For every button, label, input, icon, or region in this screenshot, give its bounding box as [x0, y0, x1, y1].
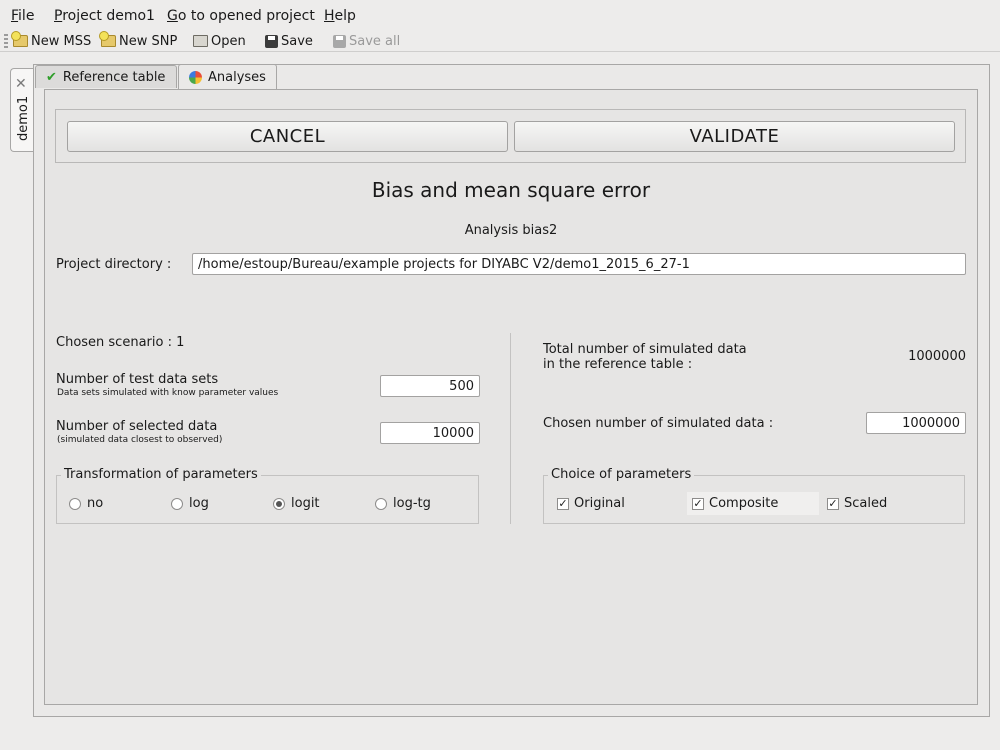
checkbox-composite[interactable]: ✓ Composite: [692, 496, 778, 511]
total-simulated-label-line2: in the reference table :: [543, 357, 693, 372]
cancel-button[interactable]: CANCEL: [67, 121, 508, 152]
validate-button[interactable]: VALIDATE: [514, 121, 955, 152]
radio-indicator: [375, 497, 387, 510]
tab-analyses[interactable]: Analyses: [178, 64, 277, 89]
save-all-button[interactable]: Save all: [333, 32, 400, 50]
menu-go-to-project[interactable]: Go to opened project: [167, 8, 315, 24]
checkmark-icon: ✓: [557, 496, 569, 510]
radio-no[interactable]: no: [69, 496, 103, 511]
parameter-choice-title: Choice of parameters: [548, 467, 695, 482]
page-title: Bias and mean square error: [371, 178, 651, 202]
chosen-scenario: Chosen scenario : 1: [56, 335, 185, 350]
radio-log-tg-label: log-tg: [393, 496, 431, 511]
save-all-disk-icon: [333, 34, 346, 48]
radio-indicator-selected: [273, 497, 285, 510]
menu-project[interactable]: Project demo1: [54, 8, 155, 24]
checkmark-icon: ✓: [827, 496, 839, 510]
test-data-sets-input[interactable]: 500: [380, 375, 480, 397]
tab-analyses-label: Analyses: [208, 69, 266, 85]
analysis-name: Analysis bias2: [464, 223, 558, 238]
project-directory-label: Project directory :: [56, 257, 172, 272]
test-data-sets-hint: Data sets simulated with know parameter …: [57, 388, 279, 398]
checkmark-icon: ✓: [692, 496, 704, 510]
new-snp-button[interactable]: New SNP: [99, 31, 178, 50]
radio-no-label: no: [87, 496, 104, 511]
selected-data-label: Number of selected data: [56, 419, 218, 434]
checkbox-original[interactable]: ✓ Original: [557, 496, 625, 511]
radio-log-tg[interactable]: log-tg: [375, 496, 431, 511]
toolbar: New MSS New SNP Open Save Save all: [0, 30, 1000, 52]
checkmark-icon: ✔: [46, 69, 57, 85]
new-mss-button[interactable]: New MSS: [11, 31, 92, 50]
total-simulated-value: 1000000: [908, 349, 966, 364]
new-folder-icon: [99, 31, 116, 47]
checkbox-composite-label: Composite: [709, 496, 779, 511]
open-label: Open: [211, 33, 246, 49]
selected-data-hint: (simulated data closest to observed): [57, 435, 223, 445]
menubar: File Project demo1 Go to opened project …: [0, 0, 1000, 30]
test-data-sets-label: Number of test data sets: [56, 372, 219, 387]
checkbox-scaled[interactable]: ✓ Scaled: [827, 496, 887, 511]
radio-indicator: [171, 497, 183, 510]
new-mss-label: New MSS: [31, 33, 92, 49]
new-snp-label: New SNP: [119, 33, 178, 49]
menu-help[interactable]: Help: [324, 8, 356, 24]
selected-data-input[interactable]: 10000: [380, 422, 480, 444]
radio-log[interactable]: log: [171, 496, 209, 511]
close-icon[interactable]: ✕: [15, 76, 27, 92]
radio-logit[interactable]: logit: [273, 496, 320, 511]
save-all-label: Save all: [349, 33, 401, 49]
radio-indicator: [69, 497, 81, 510]
column-divider: [510, 333, 511, 524]
transformation-title: Transformation of parameters: [61, 467, 261, 482]
open-folder-icon: [193, 35, 208, 47]
chosen-simulated-input[interactable]: 1000000: [866, 412, 966, 434]
project-directory-field[interactable]: /home/estoup/Bureau/example projects for…: [192, 253, 966, 275]
total-simulated-label-line1: Total number of simulated data: [543, 342, 747, 357]
menu-file[interactable]: File: [11, 8, 34, 24]
chosen-simulated-label: Chosen number of simulated data :: [543, 416, 774, 431]
checkbox-scaled-label: Scaled: [844, 496, 888, 511]
toolbar-grip[interactable]: [4, 34, 8, 48]
pie-icon: [189, 70, 202, 84]
save-label: Save: [281, 33, 313, 49]
tab-reference-table[interactable]: ✔ Reference table: [35, 65, 177, 88]
new-folder-icon: [11, 31, 28, 47]
save-disk-icon: [265, 34, 278, 48]
radio-logit-label: logit: [291, 496, 320, 511]
open-button[interactable]: Open: [193, 32, 246, 50]
save-button[interactable]: Save: [265, 32, 313, 50]
checkbox-original-label: Original: [574, 496, 625, 511]
tab-reference-table-label: Reference table: [62, 69, 166, 85]
radio-log-label: log: [189, 496, 209, 511]
